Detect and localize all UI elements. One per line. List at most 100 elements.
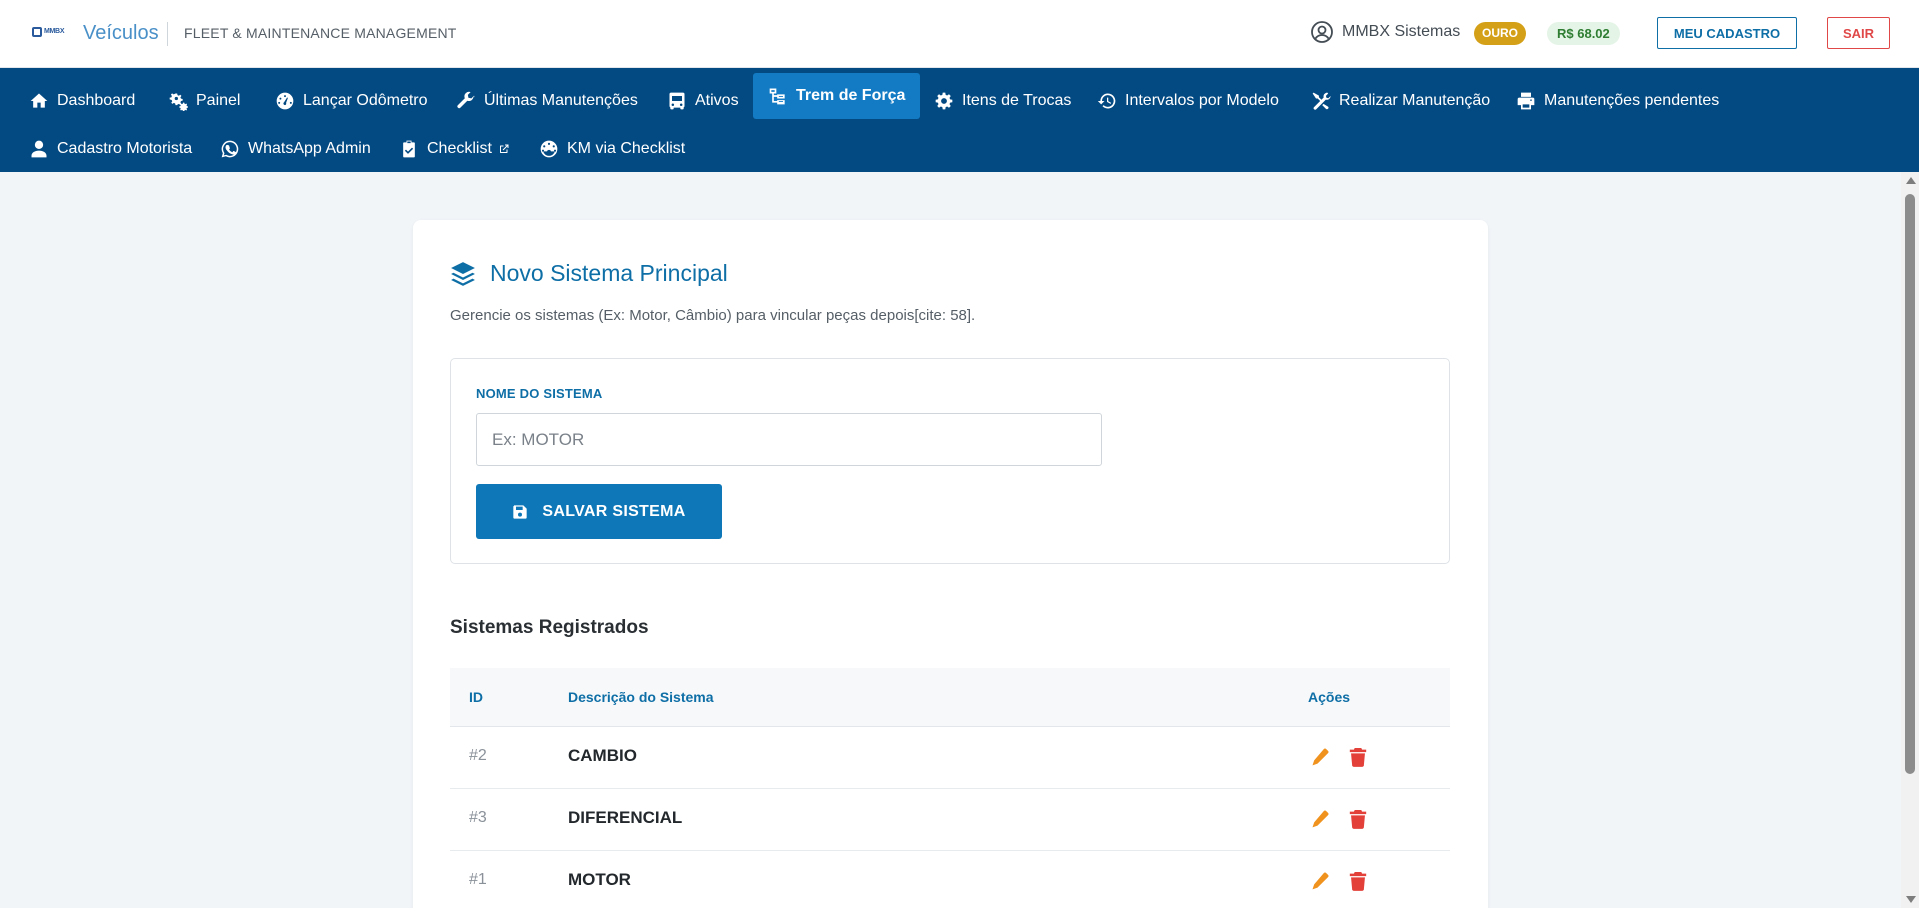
- nav-label: Lançar Odômetro: [303, 91, 428, 109]
- row-description: MOTOR: [568, 870, 631, 889]
- nav-label: Realizar Manutenção: [1339, 91, 1491, 109]
- system-name-input[interactable]: [476, 413, 1102, 466]
- nav-label: Trem de Força: [796, 87, 906, 104]
- nav-item-cadastro-motorista[interactable]: Cadastro Motorista: [17, 126, 204, 171]
- nav-item-painel[interactable]: Painel: [156, 78, 252, 123]
- gear-icon: [935, 92, 953, 109]
- nav-label: KM via Checklist: [567, 139, 686, 157]
- nav-label: Manutenções pendentes: [1544, 91, 1720, 109]
- edit-button[interactable]: [1310, 871, 1330, 891]
- nav-item-manutencoes-pendentes[interactable]: Manutenções pendentes: [1504, 78, 1731, 123]
- trash-icon: [1349, 810, 1367, 829]
- delete-button[interactable]: [1349, 747, 1369, 767]
- scroll-down-arrow-icon[interactable]: [1906, 896, 1916, 903]
- print-icon: [1517, 92, 1535, 109]
- main-navigation: Dashboard Painel Lançar Odômetro Últimas…: [0, 68, 1919, 172]
- nav-label: Itens de Trocas: [962, 91, 1072, 109]
- page-description: Gerencie os sistemas (Ex: Motor, Câmbio)…: [450, 307, 976, 324]
- brand-subtitle: FLEET & MAINTENANCE MANAGEMENT: [184, 25, 457, 41]
- plan-badge: OURO: [1474, 22, 1526, 45]
- system-form: NOME DO SISTEMA SALVAR SISTEMA: [450, 358, 1450, 564]
- scroll-up-arrow-icon[interactable]: [1906, 177, 1916, 184]
- edit-button[interactable]: [1310, 747, 1330, 767]
- page-title-text: Novo Sistema Principal: [490, 260, 728, 286]
- wrench-icon: [457, 91, 475, 108]
- nav-label: Ativos: [695, 91, 739, 109]
- external-link-icon: [499, 144, 509, 153]
- balance-badge: R$ 68.02: [1547, 22, 1620, 45]
- user-name: MMBX Sistemas: [1342, 23, 1461, 40]
- nav-item-intervalos-por-modelo[interactable]: Intervalos por Modelo: [1085, 78, 1291, 123]
- nav-item-whatsapp-admin[interactable]: WhatsApp Admin: [208, 126, 383, 171]
- save-system-button[interactable]: SALVAR SISTEMA: [476, 484, 722, 539]
- gauge-icon: [276, 92, 294, 109]
- pencil-icon: [1312, 748, 1329, 766]
- row-description: CAMBIO: [568, 746, 637, 765]
- pencil-icon: [1312, 872, 1329, 890]
- save-system-label: SALVAR SISTEMA: [542, 502, 686, 520]
- table-row: #3 DIFERENCIAL: [450, 789, 1450, 851]
- brand-title[interactable]: Veículos: [83, 22, 159, 45]
- nav-item-ativos[interactable]: Ativos: [655, 78, 751, 123]
- layers-icon: [451, 261, 475, 286]
- column-header-id: ID: [469, 689, 483, 705]
- trash-icon: [1349, 872, 1367, 891]
- history-icon: [1097, 92, 1116, 108]
- dashboard-icon: [540, 140, 558, 157]
- nav-item-itens-de-trocas[interactable]: Itens de Trocas: [922, 78, 1083, 123]
- tools-icon: [1312, 92, 1331, 110]
- logo-text: MMBX: [44, 28, 65, 35]
- delete-button[interactable]: [1349, 809, 1369, 829]
- nav-item-ultimas-manutencoes[interactable]: Últimas Manutenções: [444, 78, 650, 123]
- user-circle-icon: [1311, 21, 1333, 43]
- nav-item-checklist[interactable]: Checklist: [387, 126, 522, 171]
- user-icon: [31, 140, 47, 157]
- trash-icon: [1349, 748, 1367, 767]
- nav-label: WhatsApp Admin: [248, 139, 371, 157]
- column-header-actions: Ações: [1308, 689, 1351, 705]
- table-row: #2 CAMBIO: [450, 727, 1450, 789]
- nav-label: Intervalos por Modelo: [1125, 91, 1279, 109]
- sitemap-icon: [769, 88, 785, 105]
- logout-button[interactable]: SAIR: [1827, 17, 1890, 49]
- row-description: DIFERENCIAL: [568, 808, 683, 827]
- nav-item-km-via-checklist[interactable]: KM via Checklist: [527, 126, 697, 171]
- top-header: MMBX Veículos FLEET & MAINTENANCE MANAGE…: [0, 0, 1919, 68]
- profile-button[interactable]: MEU CADASTRO: [1657, 17, 1797, 49]
- page-title: Novo Sistema Principal: [450, 260, 728, 287]
- row-id: #3: [469, 809, 487, 826]
- clipboard-icon: [403, 140, 415, 157]
- system-card: Novo Sistema Principal Gerencie os siste…: [413, 220, 1488, 908]
- logo-mark-icon: [32, 26, 42, 37]
- row-id: #2: [469, 747, 487, 764]
- registered-systems-title: Sistemas Registrados: [450, 617, 649, 638]
- nav-label: Cadastro Motorista: [57, 139, 193, 157]
- cogs-icon: [169, 92, 188, 111]
- app-logo[interactable]: MMBX: [32, 24, 66, 39]
- delete-button[interactable]: [1349, 871, 1369, 891]
- home-icon: [30, 93, 48, 108]
- nav-label: Últimas Manutenções: [484, 91, 638, 109]
- nav-label: Checklist: [427, 139, 492, 157]
- scrollbar-thumb[interactable]: [1905, 194, 1915, 774]
- row-id: #1: [469, 871, 487, 888]
- floppy-disk-icon: [513, 504, 528, 519]
- nav-item-realizar-manutencao[interactable]: Realizar Manutenção: [1299, 78, 1502, 123]
- column-header-description: Descrição do Sistema: [568, 689, 714, 705]
- nav-label: Painel: [196, 91, 241, 109]
- page-scrollbar[interactable]: [1901, 172, 1919, 908]
- table-header: ID Descrição do Sistema Ações: [450, 668, 1450, 727]
- edit-button[interactable]: [1310, 809, 1330, 829]
- system-name-label: NOME DO SISTEMA: [476, 386, 603, 401]
- whatsapp-icon: [221, 140, 239, 157]
- nav-item-dashboard[interactable]: Dashboard: [17, 78, 147, 123]
- nav-item-lancar-odometro[interactable]: Lançar Odômetro: [263, 78, 440, 123]
- systems-table: ID Descrição do Sistema Ações #2 CAMBIO …: [450, 668, 1450, 908]
- bus-icon: [669, 92, 685, 109]
- brand-divider: [167, 22, 168, 46]
- nav-item-trem-de-forca[interactable]: Trem de Força: [753, 73, 921, 119]
- user-info: MMBX Sistemas: [1310, 20, 1460, 44]
- table-row: #1 MOTOR: [450, 851, 1450, 908]
- nav-label: Dashboard: [57, 91, 136, 109]
- pencil-icon: [1312, 810, 1329, 828]
